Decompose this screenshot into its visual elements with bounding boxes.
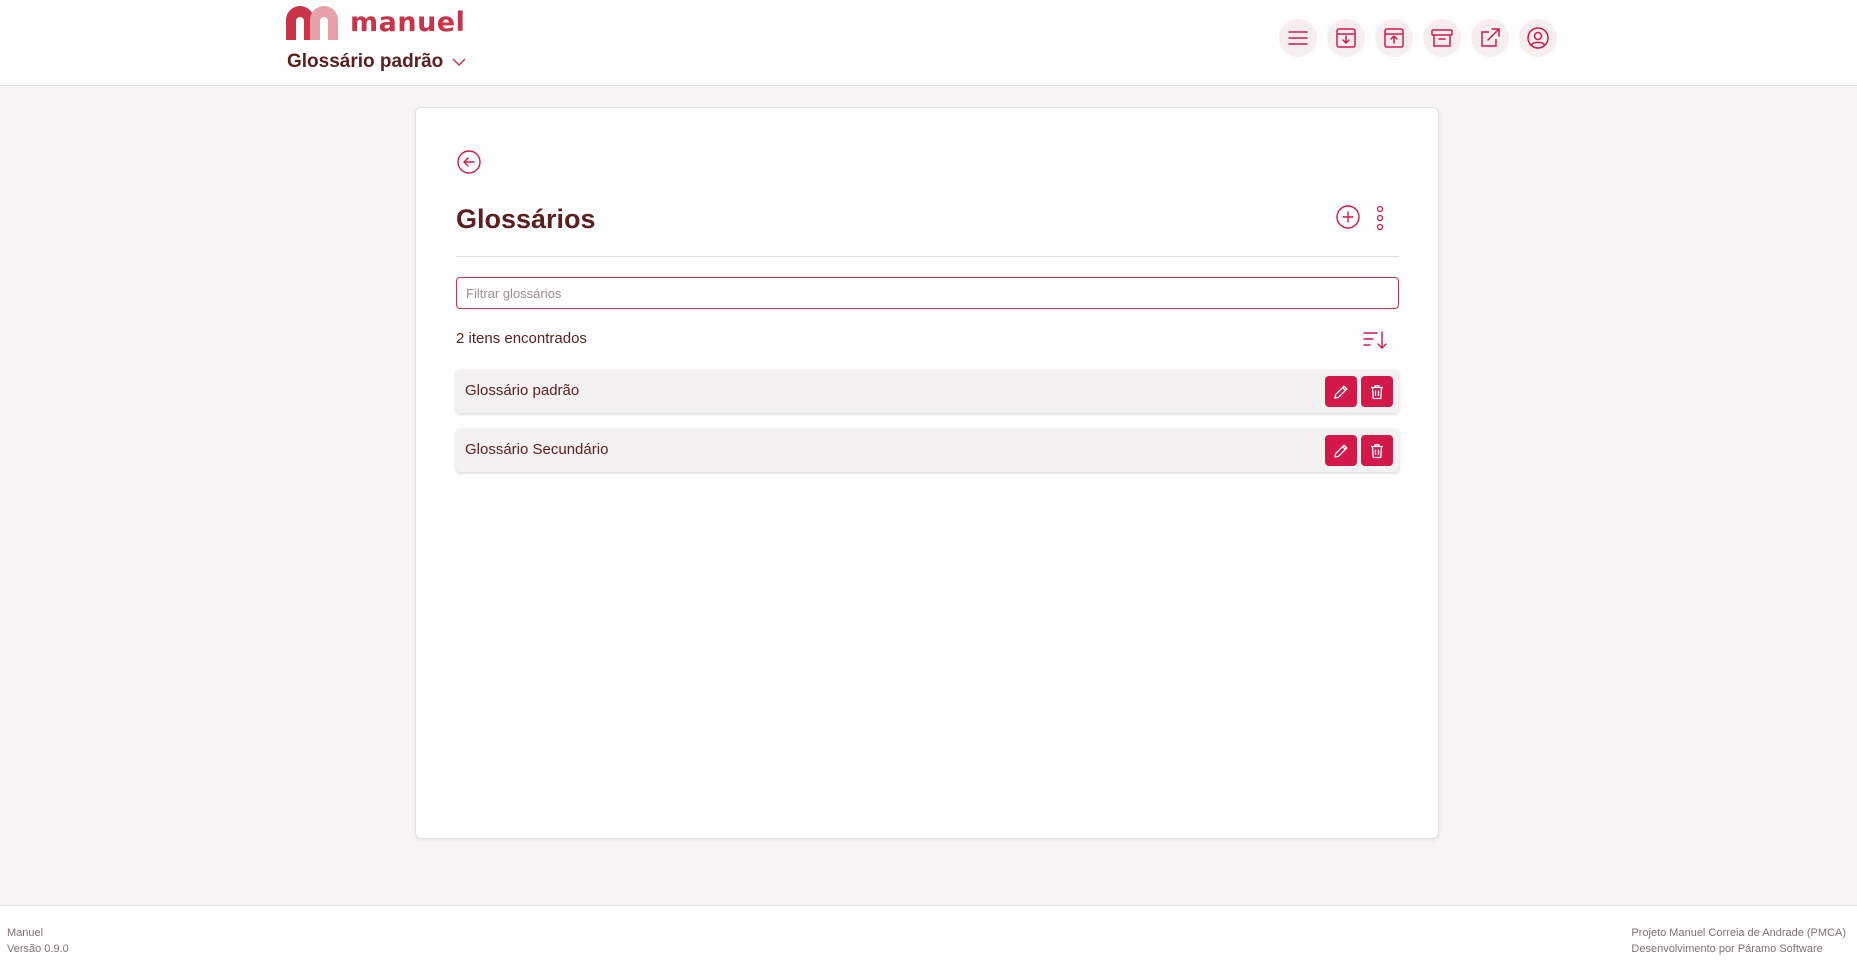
header-toolbar xyxy=(1279,19,1557,57)
app-name: Manuel xyxy=(7,927,44,939)
app-version: Versão 0.9.0 xyxy=(7,943,69,955)
trash-icon xyxy=(1371,443,1383,458)
more-vertical-icon xyxy=(1376,205,1384,231)
menu-icon xyxy=(1288,31,1308,45)
list-item[interactable]: Glossário Secundário xyxy=(456,429,1399,472)
more-options-button[interactable] xyxy=(1372,204,1388,232)
back-button[interactable] xyxy=(456,149,482,175)
import-button[interactable] xyxy=(1327,19,1365,57)
trash-icon xyxy=(1371,384,1383,399)
add-glossary-button[interactable] xyxy=(1335,204,1361,230)
edit-button[interactable] xyxy=(1325,435,1357,466)
logo[interactable]: manuel xyxy=(286,6,465,40)
app-header: manuel Glossário padrão xyxy=(0,0,1857,86)
selected-glossary-label: Glossário padrão xyxy=(287,51,444,72)
user-button[interactable] xyxy=(1519,19,1557,57)
footer-credits: Projeto Manuel Correia de Andrade (PMCA)… xyxy=(1631,925,1846,957)
archive-button[interactable] xyxy=(1423,19,1461,57)
title-divider xyxy=(456,256,1399,257)
external-link-icon xyxy=(1481,28,1500,47)
edit-button[interactable] xyxy=(1325,376,1357,407)
filter-glossaries-input[interactable] xyxy=(456,277,1399,309)
footer-app-info: Manuel Versão 0.9.0 xyxy=(7,925,69,957)
page-title: Glossários xyxy=(456,204,596,234)
download-icon xyxy=(1336,28,1356,48)
developer-credit: Desenvolvimento por Páramo Software xyxy=(1631,943,1823,955)
glossaries-card: Glossários 2 itens encontrados Glossário… xyxy=(415,107,1439,839)
glossary-name: Glossário Secundário xyxy=(465,441,609,458)
sort-descending-icon xyxy=(1363,331,1387,349)
logo-mark-icon xyxy=(286,6,338,40)
plus-circle-icon xyxy=(1336,205,1360,229)
delete-button[interactable] xyxy=(1361,376,1393,407)
pencil-icon xyxy=(1334,385,1348,399)
logo-text: manuel xyxy=(350,7,466,38)
list-item[interactable]: Glossário padrão xyxy=(456,370,1399,413)
delete-button[interactable] xyxy=(1361,435,1393,466)
pencil-icon xyxy=(1334,444,1348,458)
sort-button[interactable] xyxy=(1362,328,1388,352)
menu-button[interactable] xyxy=(1279,19,1317,57)
upload-icon xyxy=(1384,28,1404,48)
glossary-name: Glossário padrão xyxy=(465,382,580,399)
export-button[interactable] xyxy=(1375,19,1413,57)
arrow-left-circle-icon xyxy=(457,150,481,174)
user-icon xyxy=(1527,27,1549,49)
app-footer: Manuel Versão 0.9.0 Projeto Manuel Corre… xyxy=(0,905,1857,964)
project-credit: Projeto Manuel Correia de Andrade (PMCA) xyxy=(1631,927,1846,939)
results-count: 2 itens encontrados xyxy=(456,330,587,347)
chevron-down-icon xyxy=(452,58,466,66)
open-external-button[interactable] xyxy=(1471,19,1509,57)
glossary-selector[interactable]: Glossário padrão xyxy=(287,49,467,75)
archive-icon xyxy=(1431,29,1453,47)
